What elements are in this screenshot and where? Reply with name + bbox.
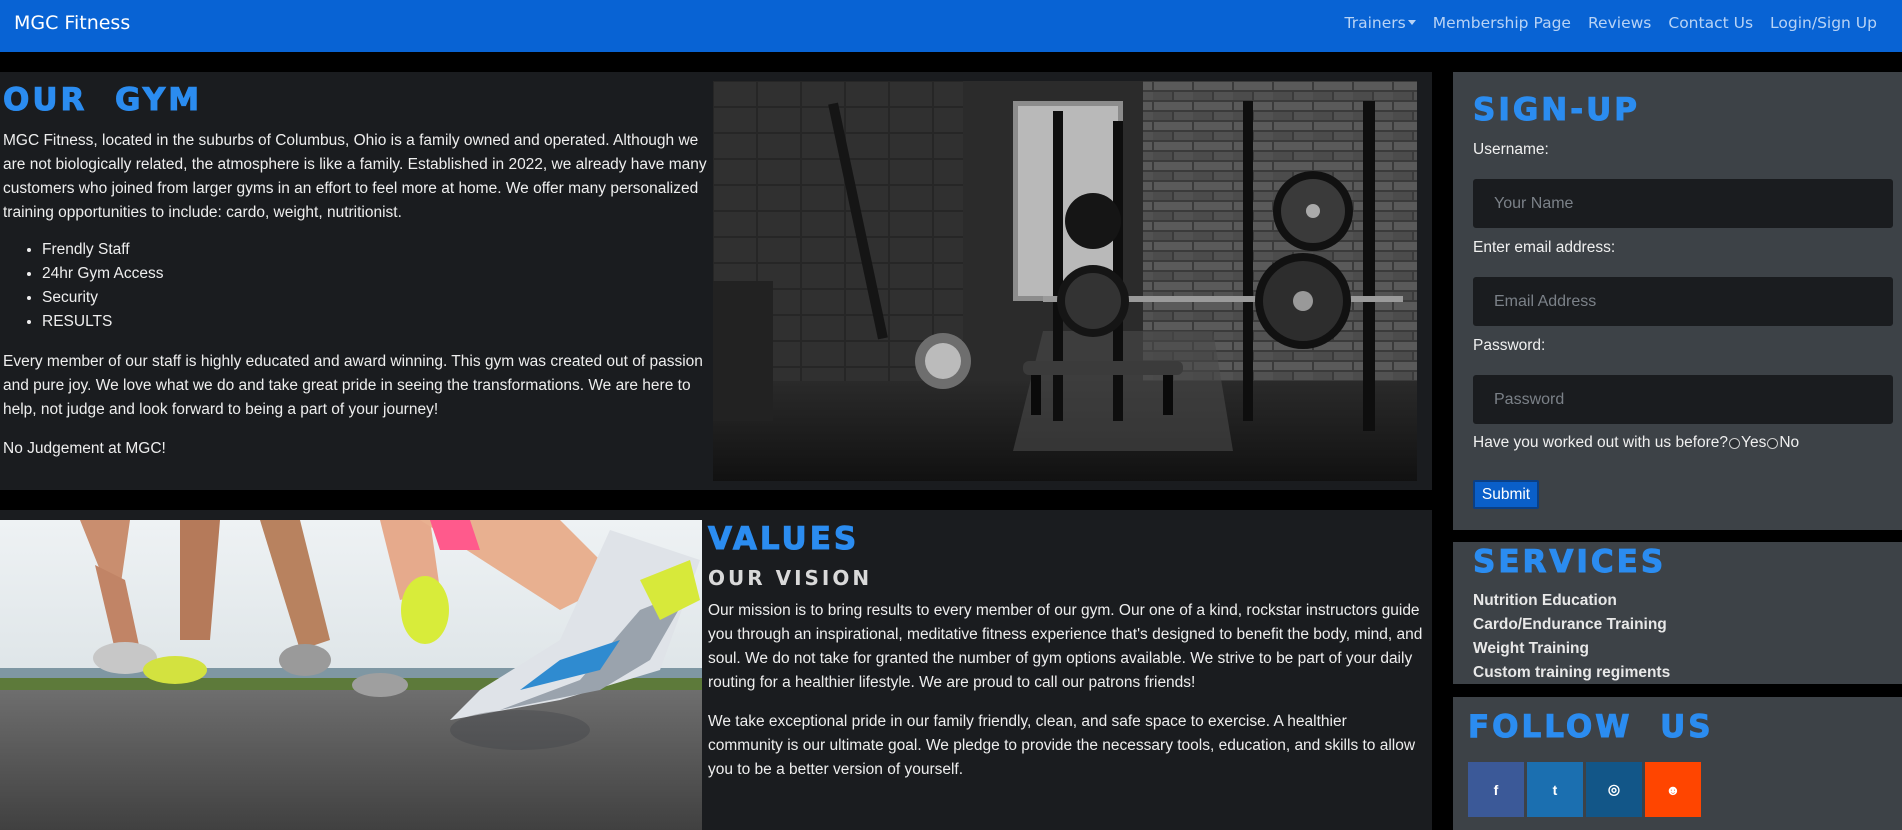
caret-down-icon [1407,20,1416,25]
username-label: Username: [1473,141,1549,158]
services-panel: SERVICES Nutrition Education Cardo/Endur… [1453,542,1902,684]
service-item: Nutrition Education [1473,592,1617,609]
radio-no[interactable] [1767,437,1779,449]
nav-reviews[interactable]: Reviews [1588,14,1651,32]
email-label: Enter email address: [1473,239,1616,256]
nav-links: Trainers Membership Page Reviews Contact… [1328,14,1877,32]
follow-us-heading: FOLLOW US [1468,709,1714,746]
gym-tagline: No Judgement at MGC! [3,440,166,457]
mission-text: Our mission is to bring results to every… [708,602,1423,691]
service-item: Weight Training [1473,640,1589,657]
service-item: Custom training regiments [1473,664,1671,681]
our-vision-heading: OUR VISION [708,566,873,590]
list-item: Security [42,286,163,310]
brand-link[interactable]: MGC Fitness [14,12,130,34]
radio-yes[interactable] [1729,437,1741,449]
returning-question-label: Have you worked out with us before? [1473,434,1729,451]
values-section: VALUES OUR VISION Our mission is to brin… [0,510,1432,830]
list-item: RESULTS [42,310,163,334]
our-gym-heading: OUR GYM [2,82,203,119]
services-heading: SERVICES [1472,544,1667,581]
nav-trainers-label: Trainers [1344,14,1406,32]
gym-equipment-photo [713,81,1417,481]
radio-yes-label: Yes [1741,434,1767,451]
email-input[interactable] [1473,277,1893,326]
service-item: Cardo/Endurance Training [1473,616,1667,633]
nav-trainers-dropdown[interactable]: Trainers [1345,14,1416,32]
nav-login-signup[interactable]: Login/Sign Up [1770,14,1877,32]
gym-staff-text: Every member of our staff is highly educ… [3,353,703,418]
our-gym-section: OUR GYM MGC Fitness, located in the subu… [0,72,1432,490]
password-input[interactable] [1473,375,1893,424]
list-item: Frendly Staff [42,238,163,262]
pride-text: We take exceptional pride in our family … [708,713,1416,778]
gym-intro-text: MGC Fitness, located in the suburbs of C… [3,132,707,221]
twitter-icon[interactable]: t [1527,762,1583,817]
gym-features-list: Frendly Staff 24hr Gym Access Security R… [42,238,163,334]
follow-us-panel: FOLLOW US f t ◎ ☻ [1453,697,1902,830]
list-item: 24hr Gym Access [42,262,163,286]
runners-photo [0,520,702,830]
nav-contact[interactable]: Contact Us [1668,14,1753,32]
username-input[interactable] [1473,179,1893,228]
password-label: Password: [1473,337,1546,354]
signup-panel: SIGN-UP Username: Enter email address: P… [1453,72,1902,530]
values-heading: VALUES [707,521,860,558]
submit-button[interactable]: Submit [1473,480,1539,509]
facebook-icon[interactable]: f [1468,762,1524,817]
top-navbar: MGC Fitness Trainers Membership Page Rev… [0,0,1902,52]
reddit-icon[interactable]: ☻ [1645,762,1701,817]
nav-membership[interactable]: Membership Page [1433,14,1571,32]
radio-no-label: No [1779,434,1800,451]
signup-heading: SIGN-UP [1472,92,1641,129]
returning-member-question: Have you worked out with us before? Yes … [1473,434,1799,452]
instagram-icon[interactable]: ◎ [1586,762,1642,817]
